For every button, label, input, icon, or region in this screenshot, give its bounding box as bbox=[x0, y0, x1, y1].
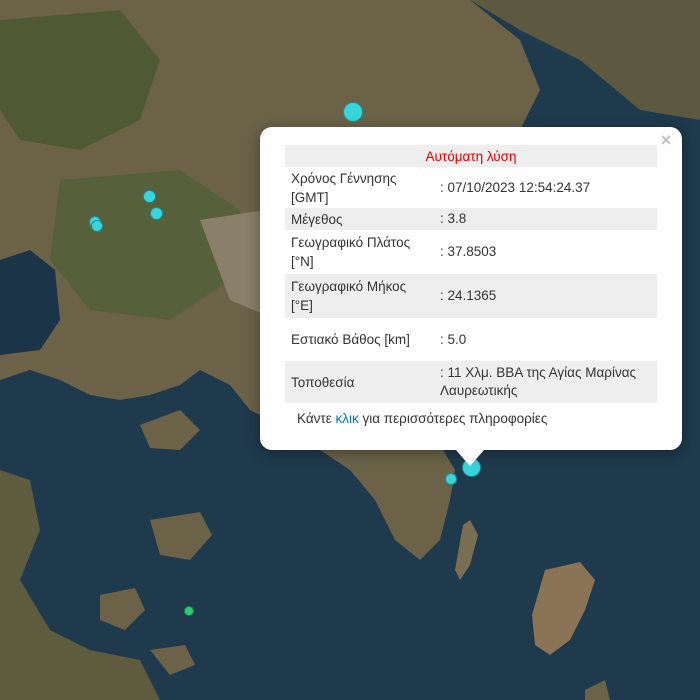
earthquake-marker[interactable] bbox=[149, 206, 163, 220]
info-row-latitude: Γεωγραφικό Πλάτος [°N] : 37.8503 bbox=[285, 230, 657, 274]
row-label: Χρόνος Γέννησης [GMT] bbox=[291, 170, 397, 205]
row-label: Τοποθεσία bbox=[285, 361, 434, 403]
more-info-text: Κάντε κλικ για περισσότερες πληροφορίες bbox=[297, 411, 547, 426]
info-row-location: Τοποθεσία : 11 Χλμ. ΒΒΑ της Αγίας Μαρίνα… bbox=[285, 361, 657, 403]
more-info-suffix: για περισσότερες πληροφορίες bbox=[358, 411, 548, 426]
row-value: : 5.0 bbox=[440, 331, 467, 347]
row-value: : 24.1365 bbox=[434, 274, 657, 318]
row-label: Γεωγραφικό Μήκος [°E] bbox=[285, 274, 434, 318]
earthquake-info-table: Αυτόματη λύση Χρόνος Γέννησης [GMT] : 07… bbox=[285, 145, 657, 403]
more-info-prefix: Κάντε bbox=[297, 411, 336, 426]
info-row-longitude: Γεωγραφικό Μήκος [°E] : 24.1365 bbox=[285, 274, 657, 318]
popup-title: Αυτόματη λύση bbox=[285, 145, 657, 167]
row-label: Μέγεθος bbox=[285, 208, 434, 230]
earthquake-info-popup: × Αυτόματη λύση Χρόνος Γέννησης [GMT] : … bbox=[260, 127, 682, 466]
row-value: : 3.8 bbox=[434, 208, 657, 230]
earthquake-marker[interactable] bbox=[343, 102, 363, 122]
info-row-origin-time: Χρόνος Γέννησης [GMT] : 07/10/2023 12:54… bbox=[285, 167, 657, 208]
earthquake-marker[interactable] bbox=[445, 473, 457, 485]
row-label: Εστιακό Βάθος [km] bbox=[291, 332, 410, 347]
more-info-link[interactable]: κλικ bbox=[336, 411, 359, 426]
row-label: Γεωγραφικό Πλάτος [°N] bbox=[291, 235, 411, 269]
earthquake-marker[interactable] bbox=[142, 189, 156, 203]
info-row-depth: Εστιακό Βάθος [km] : 5.0 bbox=[285, 318, 657, 361]
close-icon[interactable]: × bbox=[658, 131, 674, 149]
info-row-magnitude: Μέγεθος : 3.8 bbox=[285, 208, 657, 230]
row-value: : 37.8503 bbox=[440, 244, 497, 259]
row-value: : 11 Χλμ. ΒΒΑ της Αγίας Μαρίνας Λαυρεωτι… bbox=[434, 361, 657, 403]
earthquake-marker[interactable] bbox=[184, 606, 194, 616]
earthquake-marker[interactable] bbox=[91, 220, 103, 232]
popup-title-row: Αυτόματη λύση bbox=[285, 145, 657, 167]
row-value: : 07/10/2023 12:54:24.37 bbox=[440, 179, 591, 195]
